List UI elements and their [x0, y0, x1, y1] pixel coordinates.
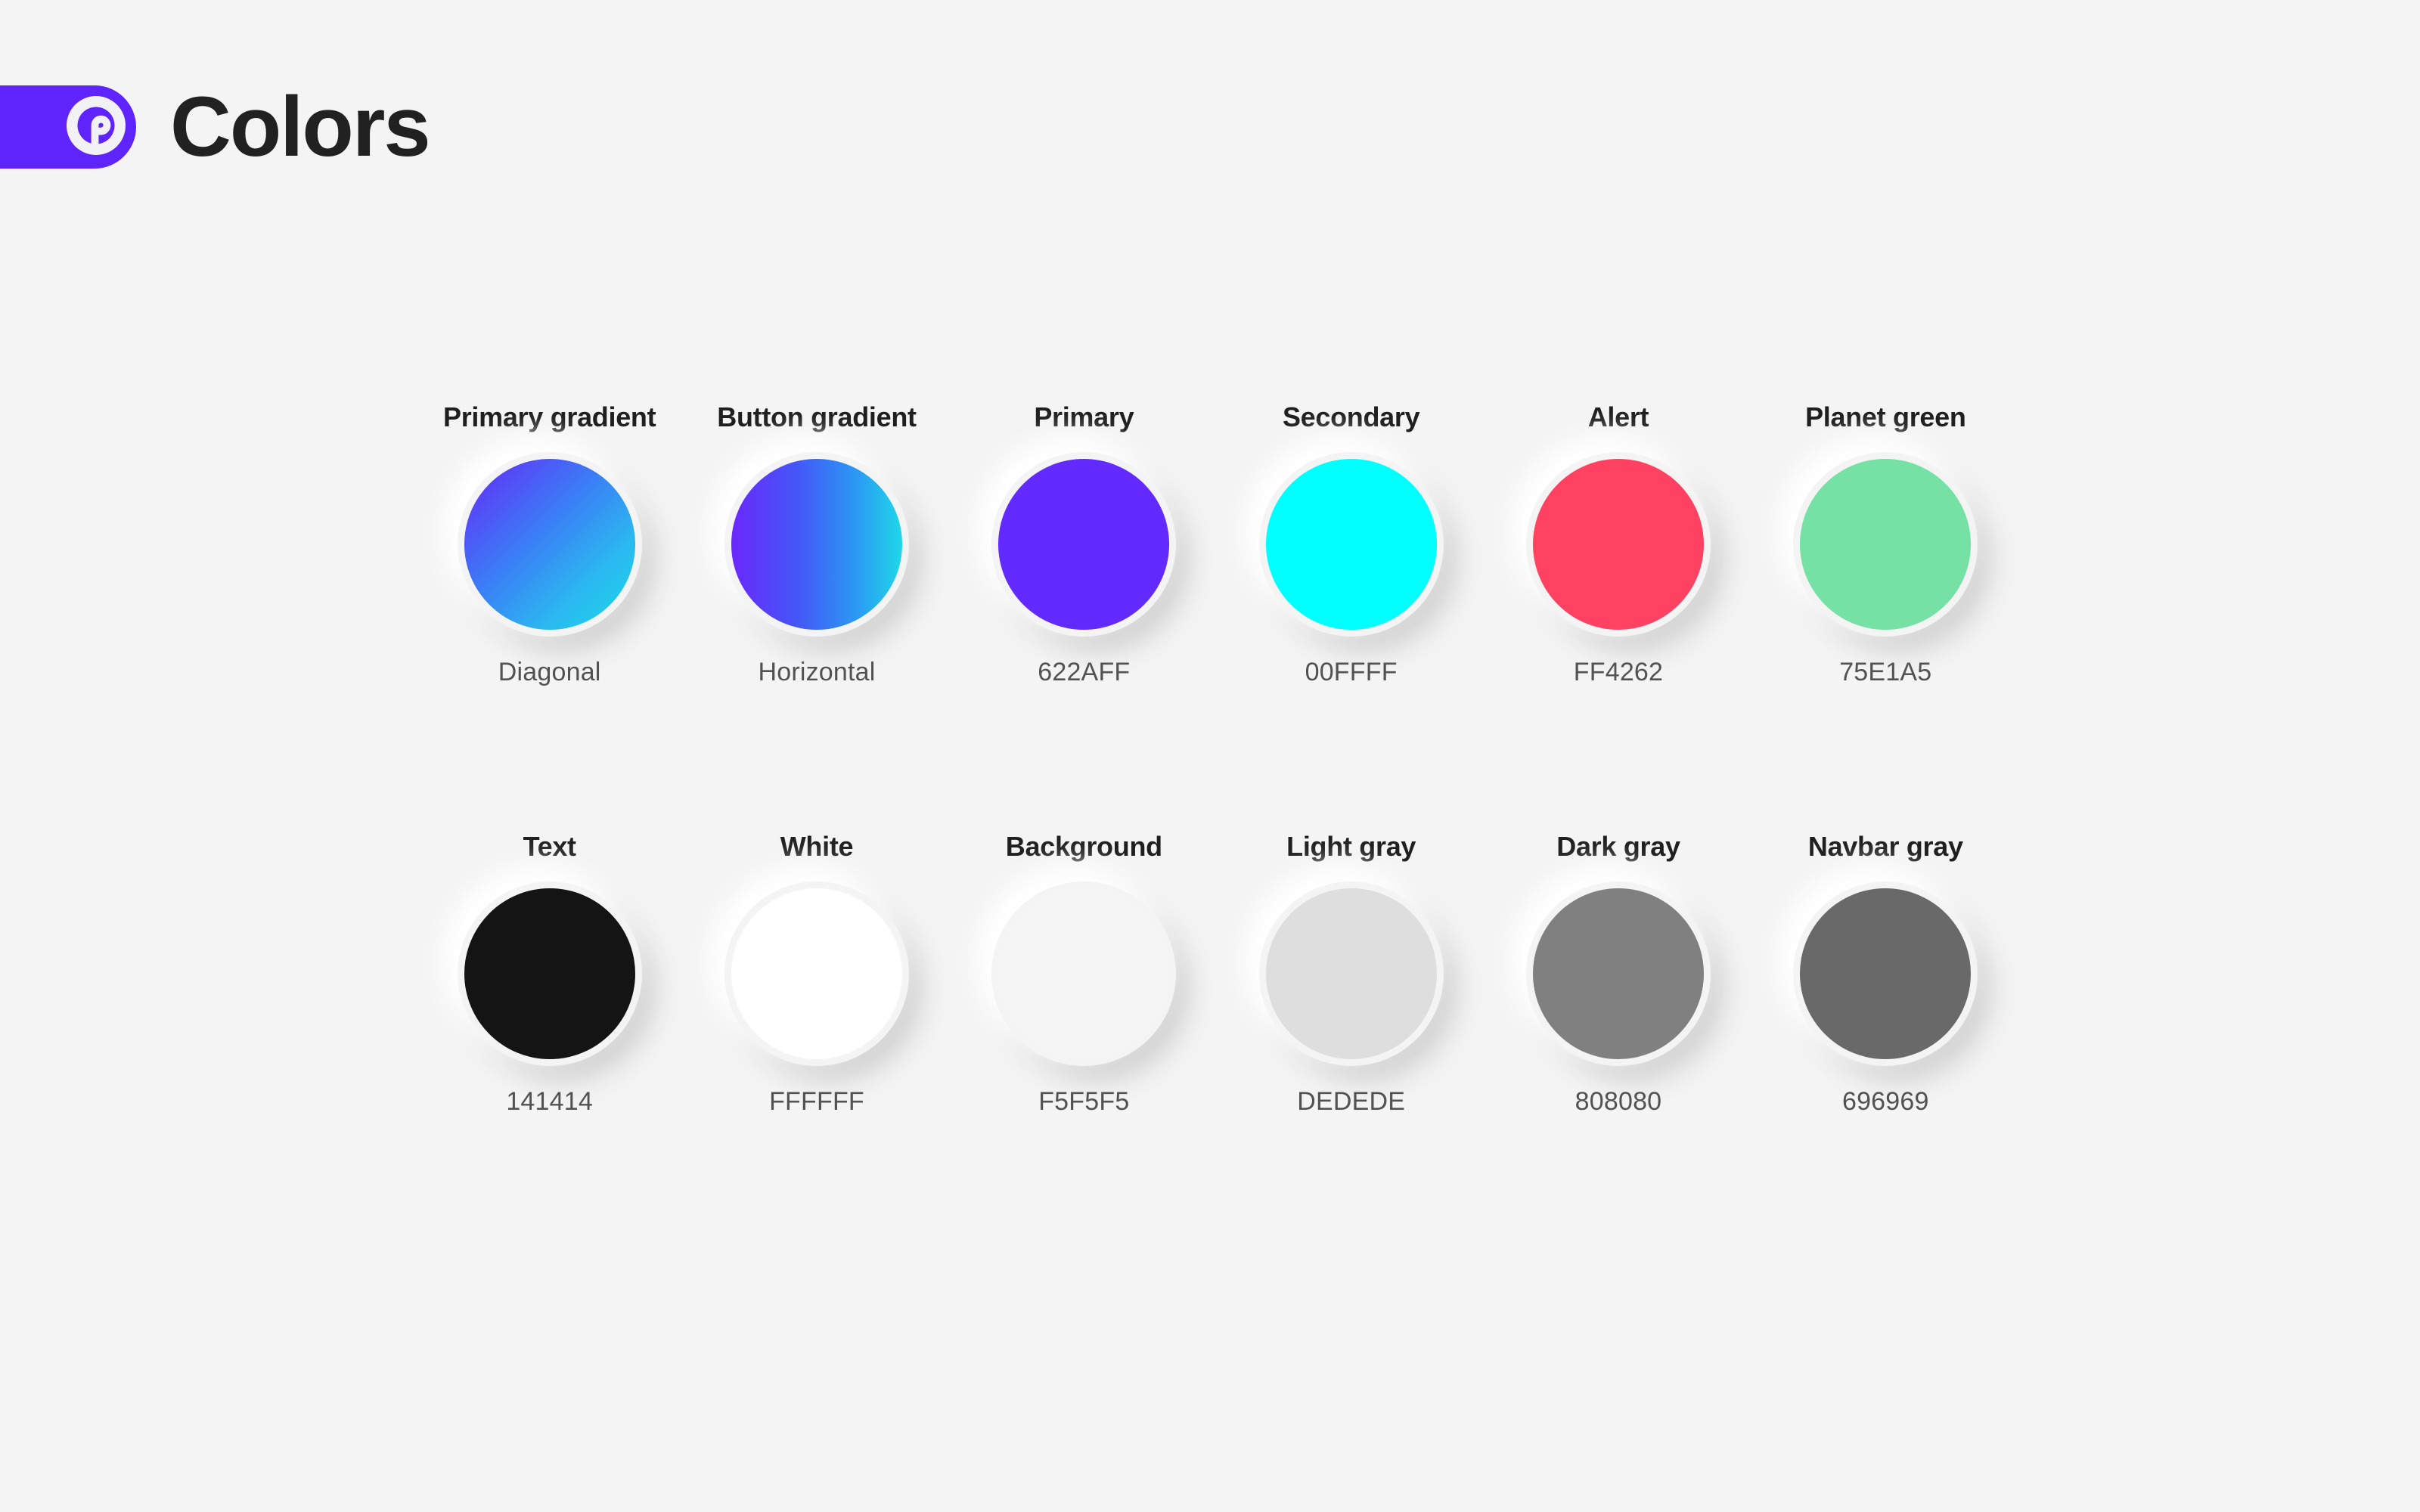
swatch-value: Diagonal	[498, 658, 601, 686]
swatch-value: Horizontal	[758, 658, 876, 686]
swatch-value: FFFFFF	[769, 1087, 864, 1116]
swatch-value: FF4262	[1573, 658, 1664, 686]
swatch-disc-wrap	[1793, 881, 1978, 1066]
swatch-disc	[1532, 888, 1704, 1059]
swatch-disc	[998, 459, 1170, 630]
swatch-disc-wrap	[1258, 452, 1444, 637]
color-palette: Primary gradient Diagonal Button gradien…	[416, 401, 2019, 1117]
swatch-label: White	[780, 831, 854, 862]
planet-p-logo-icon	[67, 95, 126, 159]
swatch-label: Secondary	[1282, 401, 1420, 432]
swatch-white[interactable]: White FFFFFF	[683, 830, 950, 1117]
swatch-label: Text	[523, 831, 576, 862]
swatch-label: Navbar gray	[1807, 831, 1963, 862]
swatch-disc	[998, 888, 1170, 1059]
swatch-disc-wrap	[991, 881, 1177, 1066]
swatch-disc-wrap	[1525, 881, 1711, 1066]
swatch-disc	[464, 459, 635, 630]
swatch-disc-wrap	[1258, 881, 1444, 1066]
swatch-label: Primary gradient	[443, 401, 656, 432]
swatch-dark-gray[interactable]: Dark gray 808080	[1485, 830, 1751, 1117]
swatch-disc	[1800, 459, 1972, 630]
swatch-disc-wrap	[724, 452, 909, 637]
swatch-disc-wrap	[991, 452, 1177, 637]
swatch-row: Primary gradient Diagonal Button gradien…	[416, 401, 2019, 688]
swatch-disc-wrap	[457, 881, 642, 1066]
swatch-value: F5F5F5	[1038, 1087, 1130, 1116]
swatch-disc	[1265, 888, 1437, 1059]
swatch-value: 141414	[506, 1087, 593, 1116]
swatch-disc-wrap	[457, 452, 642, 637]
swatch-label: Planet green	[1805, 401, 1966, 432]
swatch-label: Button gradient	[717, 401, 917, 432]
logo-badge[interactable]	[0, 85, 136, 169]
swatch-background[interactable]: Background F5F5F5	[951, 830, 1218, 1117]
swatch-primary[interactable]: Primary 622AFF	[951, 401, 1218, 688]
swatch-label: Light gray	[1286, 831, 1416, 862]
page-title: Colors	[170, 79, 431, 174]
swatch-label: Dark gray	[1556, 831, 1680, 862]
swatch-value: 00FFFF	[1305, 658, 1398, 686]
swatch-label: Primary	[1034, 401, 1134, 432]
swatch-label: Alert	[1587, 401, 1649, 432]
swatch-value: DEDEDE	[1297, 1087, 1406, 1116]
swatch-disc	[1265, 459, 1437, 630]
swatch-disc	[731, 888, 902, 1059]
swatch-disc-wrap	[1793, 452, 1978, 637]
swatch-secondary[interactable]: Secondary 00FFFF	[1218, 401, 1485, 688]
swatch-value: 622AFF	[1038, 658, 1131, 686]
swatch-primary-gradient[interactable]: Primary gradient Diagonal	[416, 401, 683, 688]
swatch-disc-wrap	[1525, 452, 1711, 637]
swatch-disc	[1800, 888, 1972, 1059]
swatch-disc	[1532, 459, 1704, 630]
swatch-disc	[731, 459, 902, 630]
swatch-navbar-gray[interactable]: Navbar gray 696969	[1752, 830, 2019, 1117]
swatch-disc	[464, 888, 635, 1059]
swatch-value: 808080	[1575, 1087, 1662, 1116]
swatch-value: 75E1A5	[1839, 658, 1932, 686]
swatch-disc-wrap	[724, 881, 909, 1066]
swatch-button-gradient[interactable]: Button gradient Horizontal	[683, 401, 950, 688]
swatch-value: 696969	[1841, 1087, 1929, 1116]
swatch-planet-green[interactable]: Planet green 75E1A5	[1752, 401, 2019, 688]
page-header: Colors	[0, 79, 431, 174]
swatch-row: Text 141414 White FFFFFF Background F5F5…	[416, 830, 2019, 1117]
swatch-text[interactable]: Text 141414	[416, 830, 683, 1117]
swatch-label: Background	[1005, 831, 1162, 862]
swatch-light-gray[interactable]: Light gray DEDEDE	[1218, 830, 1485, 1117]
swatch-alert[interactable]: Alert FF4262	[1485, 401, 1751, 688]
